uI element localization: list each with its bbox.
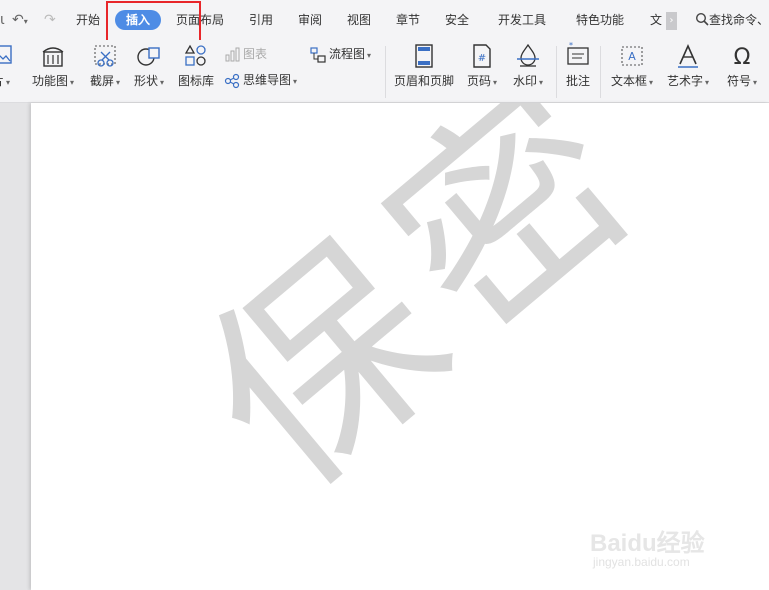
watermark-label: 水印 (512, 74, 537, 88)
bar-chart-icon (225, 47, 240, 61)
ribbon-toolbar: 片▾ 功能图▾ 截屏▾ 形状▾ (0, 40, 769, 103)
svg-text:#: # (478, 53, 486, 64)
baidu-url: jingyan.baidu.com (593, 555, 690, 569)
page-number-icon: # (473, 44, 491, 68)
tab-special-features[interactable]: 特色功能 (576, 10, 624, 30)
symbol-button[interactable]: Ω 符号 ▾ (722, 40, 762, 102)
header-footer-button[interactable]: 页眉和页脚 (392, 40, 456, 102)
mind-map-icon (224, 73, 240, 88)
watermark-icon (517, 43, 539, 67)
chart-button[interactable]: 图表 (224, 44, 267, 64)
word-art-icon (678, 44, 698, 68)
mind-map-button[interactable]: 思维导图 ▾ (224, 70, 297, 90)
text-box-button[interactable]: A 文本框 ▾ (608, 40, 656, 102)
ribbon-separator (600, 46, 601, 98)
icon-library-button[interactable]: 图标库 (176, 40, 216, 102)
search-icon (695, 12, 709, 26)
baidu-logo: Baidu经验 (590, 523, 705, 558)
tab-page-layout[interactable]: 页面布局 (176, 10, 224, 30)
redo-icon[interactable]: ↷ (44, 10, 56, 30)
tab-view[interactable]: 视图 (347, 10, 371, 30)
word-art-button[interactable]: 艺术字 ▾ (664, 40, 712, 102)
search-command-button[interactable]: 查找命令、 (695, 10, 769, 30)
screenshot-label: 截屏 (89, 74, 114, 88)
picture-label: 片 (0, 74, 4, 88)
comment-label: 批注 (565, 74, 591, 88)
function-chart-button[interactable]: 功能图 ▾ (30, 40, 76, 102)
watermark-button[interactable]: 水印 ▾ (508, 40, 548, 102)
flowchart-button[interactable]: 流程图 ▾ (310, 44, 371, 64)
tab-scroll-right-button[interactable]: › (666, 12, 677, 30)
tab-references[interactable]: 引用 (249, 10, 273, 30)
screenshot-button[interactable]: 截屏 ▾ (85, 40, 125, 102)
search-label: 查找命令、 (709, 13, 769, 27)
mind-map-label: 思维导图 (243, 73, 292, 87)
tab-more[interactable]: 文 (650, 10, 662, 30)
icon-library-icon (184, 44, 206, 66)
tab-review[interactable]: 审阅 (298, 10, 322, 30)
flowchart-icon (310, 46, 326, 63)
ribbon-separator (556, 46, 557, 98)
picture-icon (0, 45, 12, 64)
text-box-label: 文本框 (610, 74, 647, 88)
document-area: 保密 (0, 103, 769, 590)
comment-icon: * (567, 42, 589, 65)
header-footer-label: 页眉和页脚 (393, 74, 455, 88)
menu-tab-bar: ι ↶▾ ↷ 开始 插入 页面布局 引用 审阅 视图 章节 安全 开发工具 特色… (0, 0, 769, 45)
tab-insert[interactable]: 插入 (115, 10, 162, 30)
shape-icon (137, 47, 160, 66)
symbol-label: 符号 (726, 74, 751, 88)
tab-security[interactable]: 安全 (445, 10, 469, 30)
baidu-logo-text: Baidu经验 (590, 530, 705, 557)
watermark-text: 保密 (159, 103, 692, 536)
partial-icon[interactable]: ι (0, 10, 5, 30)
function-chart-label: 功能图 (31, 74, 68, 88)
tab-home[interactable]: 开始 (76, 10, 100, 30)
omega-icon: Ω (734, 45, 751, 70)
tab-developer-tools[interactable]: 开发工具 (498, 10, 546, 30)
shape-label: 形状 (133, 74, 158, 88)
svg-text:Ω: Ω (734, 45, 751, 70)
scissors-icon (94, 45, 116, 67)
function-chart-icon (42, 47, 64, 67)
header-footer-icon (415, 44, 433, 68)
icon-library-label: 图标库 (177, 74, 215, 88)
ribbon-separator (385, 46, 386, 98)
comment-button[interactable]: * 批注 (562, 40, 594, 102)
picture-button[interactable]: 片▾ (0, 40, 16, 102)
document-page[interactable]: 保密 (31, 103, 769, 590)
page-number-label: 页码 (466, 74, 491, 88)
svg-text:A: A (628, 50, 636, 63)
word-art-label: 艺术字 (666, 74, 703, 88)
svg-text:*: * (569, 42, 573, 50)
flowchart-label: 流程图 (329, 47, 366, 61)
tab-chapter[interactable]: 章节 (396, 10, 420, 30)
text-box-icon: A (621, 46, 643, 66)
chart-label: 图表 (243, 47, 268, 61)
page-number-button[interactable]: # 页码 ▾ (462, 40, 502, 102)
undo-icon[interactable]: ↶▾ (12, 10, 28, 30)
shape-button[interactable]: 形状 ▾ (130, 40, 168, 102)
